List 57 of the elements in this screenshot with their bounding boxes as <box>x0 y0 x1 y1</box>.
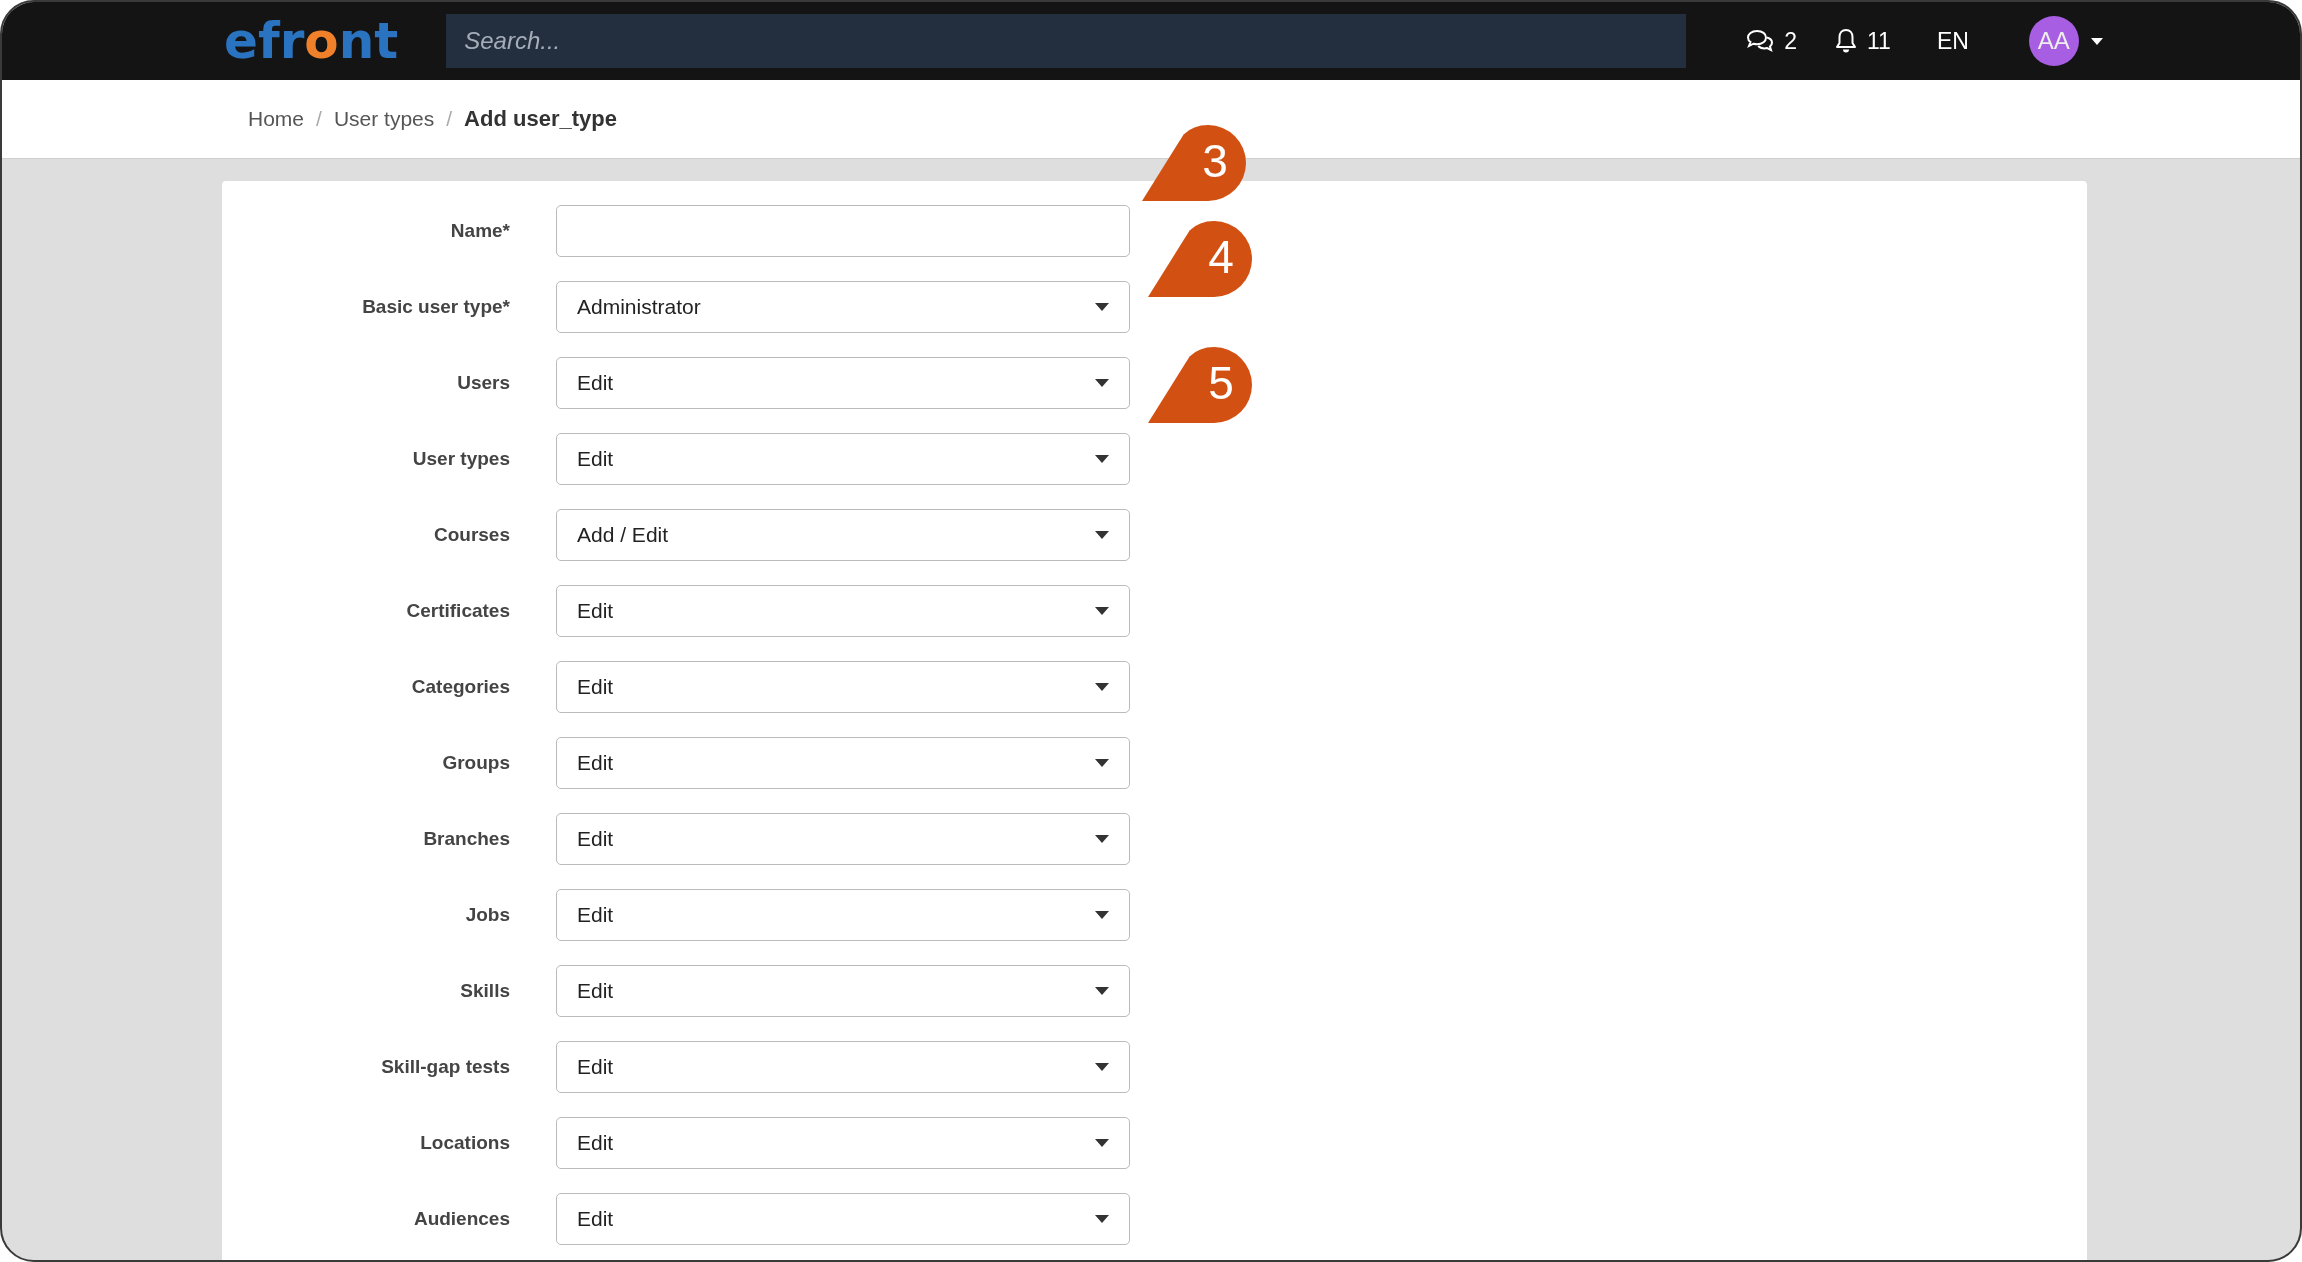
breadcrumb-separator: / <box>316 107 322 131</box>
callout-marker: 5 <box>1148 347 1252 423</box>
chat-icon[interactable] <box>1746 29 1775 53</box>
caret-icon[interactable] <box>1095 1139 1109 1147</box>
dropdown[interactable]: Edit <box>556 433 1130 485</box>
message-count[interactable]: 2 <box>1784 27 1797 55</box>
caret-icon[interactable] <box>1095 607 1109 615</box>
field-label: Branches <box>422 828 510 850</box>
caret-icon[interactable] <box>1095 303 1109 311</box>
field-label: Name* <box>449 220 510 242</box>
field-label: Certificates <box>405 600 510 622</box>
caret-icon[interactable] <box>1095 455 1109 463</box>
caret-icon[interactable] <box>1095 531 1109 539</box>
dropdown[interactable]: Edit <box>556 661 1130 713</box>
field-label: Basic user type* <box>361 296 510 318</box>
field-label: Locations <box>419 1132 510 1154</box>
caret-icon[interactable] <box>1095 835 1109 843</box>
search-field[interactable]: Search... <box>446 14 1687 68</box>
notification-count[interactable]: 11 <box>1867 27 1891 55</box>
language-selector[interactable]: EN <box>1936 27 1969 55</box>
field-label: Skill-gap tests <box>380 1056 510 1078</box>
caret-icon[interactable] <box>1095 683 1109 691</box>
dropdown[interactable]: Edit <box>556 813 1130 865</box>
text-field[interactable] <box>556 205 1130 257</box>
caret-icon[interactable] <box>1095 987 1109 995</box>
breadcrumb-separator: / <box>446 107 453 131</box>
bell-icon[interactable] <box>1835 28 1857 54</box>
breadcrumb-link[interactable]: Add user_type <box>464 106 617 132</box>
field-label: Jobs <box>464 904 510 926</box>
callout-marker: 4 <box>1148 221 1252 297</box>
caret-icon[interactable] <box>1095 1215 1109 1223</box>
field-label: Courses <box>432 524 510 546</box>
dropdown[interactable]: Edit <box>556 889 1130 941</box>
logo[interactable]: efront <box>224 9 399 73</box>
dropdown[interactable]: Edit <box>556 1117 1130 1169</box>
field-label: Audiences <box>412 1208 510 1230</box>
breadcrumb-link[interactable]: Home <box>248 107 305 131</box>
caret-icon[interactable] <box>1095 379 1109 387</box>
field-label: Groups <box>441 752 510 774</box>
breadcrumb-link[interactable]: User types <box>333 107 435 131</box>
field-label: Skills <box>459 980 510 1002</box>
dropdown[interactable]: Edit <box>556 737 1130 789</box>
callout-marker: 3 <box>1142 125 1246 201</box>
dropdown[interactable]: Add / Edit <box>556 509 1130 561</box>
field-label: User types <box>411 448 510 470</box>
dropdown[interactable]: Administrator <box>556 281 1130 333</box>
dropdown[interactable]: Edit <box>556 357 1130 409</box>
dropdown[interactable]: Edit <box>556 585 1130 637</box>
caret-icon[interactable] <box>2090 37 2103 45</box>
dropdown[interactable]: Edit <box>556 1193 1130 1245</box>
dropdown[interactable]: Edit <box>556 1041 1130 1093</box>
caret-icon[interactable] <box>1095 1063 1109 1071</box>
dropdown[interactable]: Edit <box>556 965 1130 1017</box>
caret-icon[interactable] <box>1095 759 1109 767</box>
caret-icon[interactable] <box>1095 911 1109 919</box>
field-label: Users <box>456 372 510 394</box>
field-label: Categories <box>410 676 510 698</box>
